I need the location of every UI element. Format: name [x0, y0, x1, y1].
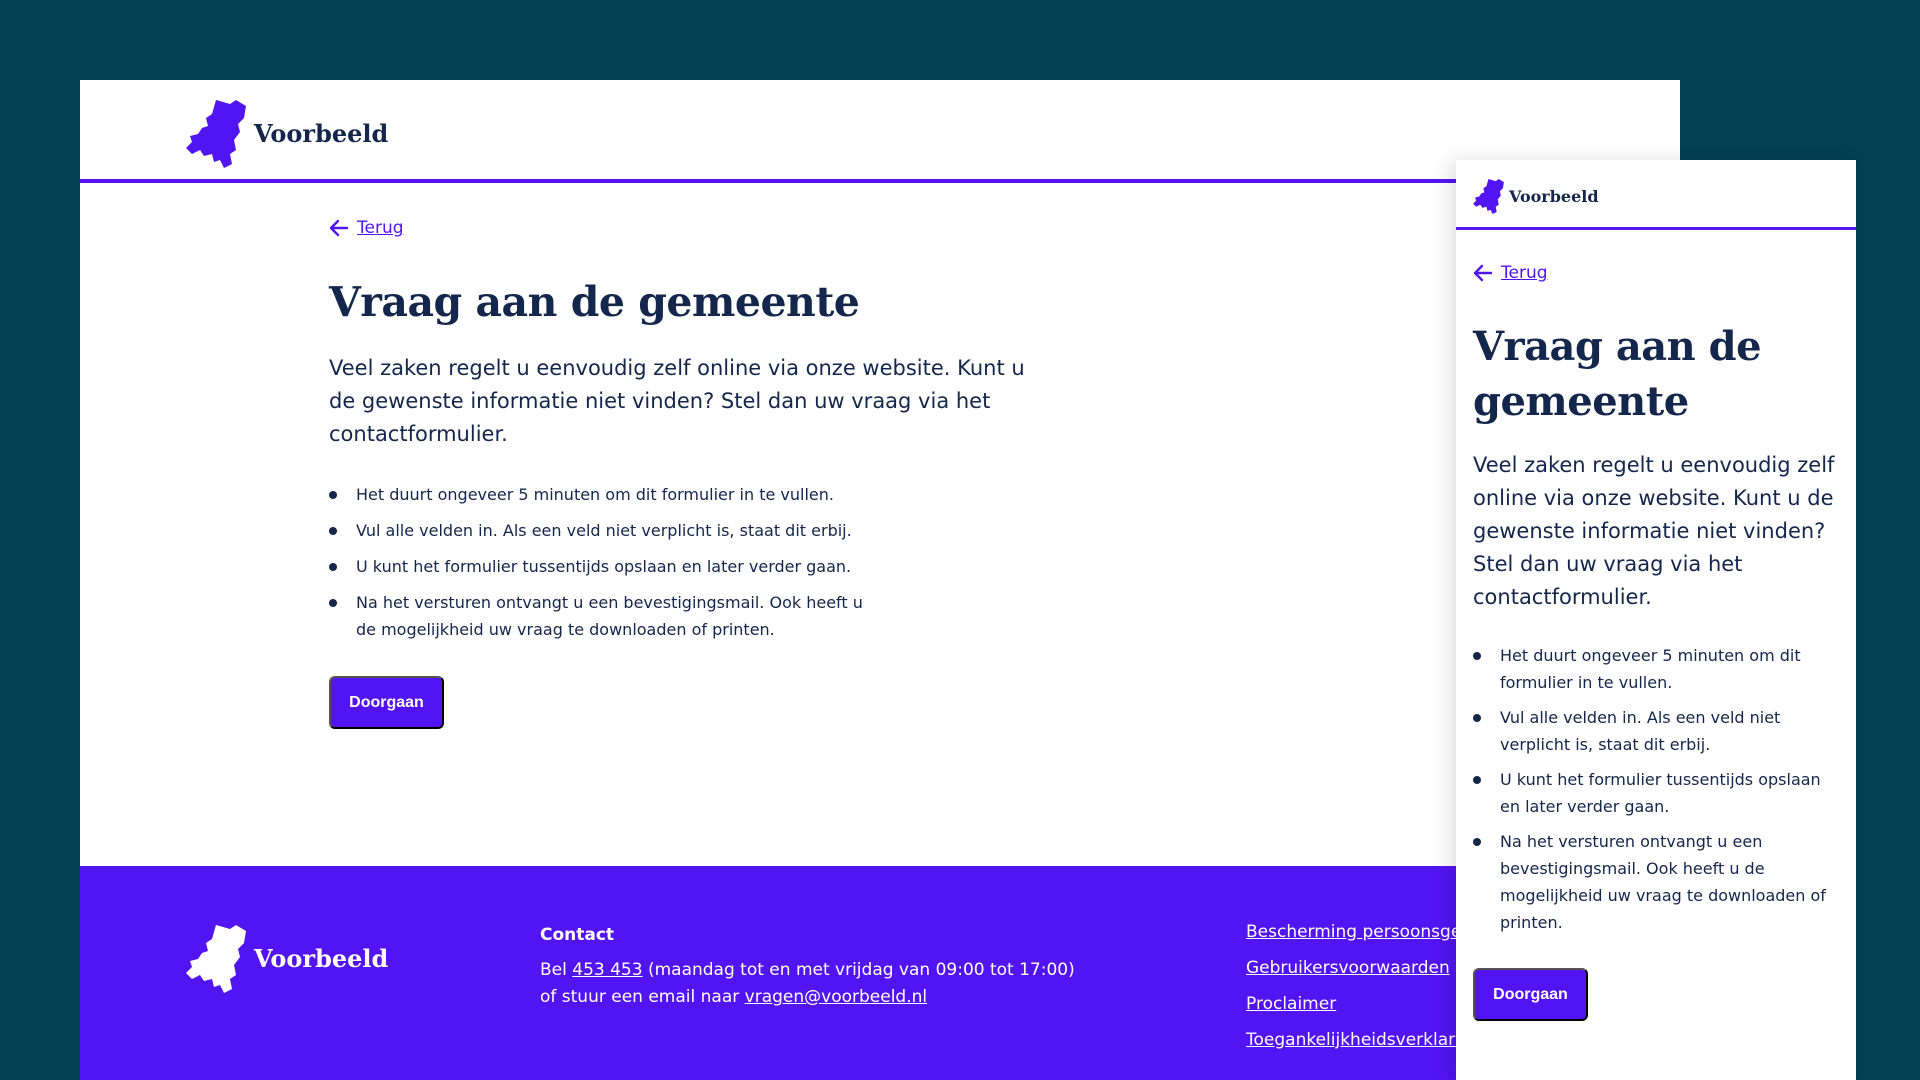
brand-name: Voorbeeld — [254, 118, 389, 148]
list-item: Na het versturen ontvangt u een bevestig… — [329, 589, 869, 643]
intro-text: Veel zaken regelt u eenvoudig zelf onlin… — [329, 356, 1025, 446]
footer-logo-link[interactable]: Voorbeeld — [186, 923, 388, 993]
email-link[interactable]: vragen@voorbeeld.nl — [745, 987, 927, 1007]
page-title: Vraag aan de gemeente — [329, 278, 860, 326]
back-link[interactable]: Terug — [329, 218, 1109, 238]
list-item: Het duurt ongeveer 5 minuten om dit form… — [329, 481, 869, 508]
continue-button[interactable]: Doorgaan — [329, 676, 444, 729]
arrow-left-icon — [329, 219, 349, 237]
netherlands-map-icon — [186, 925, 246, 993]
mobile-logo-link[interactable]: Voorbeeld — [1473, 178, 1599, 214]
mobile-back-link[interactable]: Terug — [1473, 263, 1843, 283]
mobile-back-link-label: Terug — [1501, 263, 1548, 283]
list-item: Na het versturen ontvangt u een bevestig… — [1473, 828, 1843, 936]
netherlands-map-icon — [186, 100, 246, 168]
footer-brand-name: Voorbeeld — [254, 943, 389, 973]
site-logo-link[interactable]: Voorbeeld — [186, 98, 388, 168]
contact-phone-line: Bel 453 453 (maandag tot en met vrijdag … — [540, 957, 1075, 984]
list-item: U kunt het formulier tussentijds opslaan… — [1473, 766, 1843, 820]
mobile-page-preview: Voorbeeld Terug Vraag aan de gemeente Ve… — [1456, 160, 1856, 1080]
mobile-site-header: Voorbeeld — [1456, 160, 1856, 230]
phone-hours: (maandag tot en met vrijdag van 09:00 to… — [642, 960, 1075, 980]
footer-contact: Contact Bel 453 453 (maandag tot en met … — [540, 922, 1075, 1011]
netherlands-map-icon — [1473, 179, 1504, 214]
phone-link[interactable]: 453 453 — [572, 960, 642, 980]
back-link-label: Terug — [357, 218, 404, 238]
phone-prefix: Bel — [540, 960, 573, 980]
mobile-info-list: Het duurt ongeveer 5 minuten om dit form… — [1473, 642, 1843, 936]
list-item: Vul alle velden in. Als een veld niet ve… — [329, 517, 869, 544]
contact-heading: Contact — [540, 925, 615, 945]
mobile-main-content: Terug Vraag aan de gemeente Veel zaken r… — [1473, 263, 1843, 1021]
desktop-page-preview: Voorbeeld Terug Vraag aan de gemeente Ve… — [80, 80, 1680, 1080]
list-item: Vul alle velden in. Als een veld niet ve… — [1473, 704, 1843, 758]
email-prefix: of stuur een email naar — [540, 987, 745, 1007]
mobile-page-title: Vraag aan de gemeente — [1473, 323, 1762, 425]
mobile-brand-name: Voorbeeld — [1509, 186, 1599, 206]
arrow-left-icon — [1473, 264, 1493, 282]
mobile-continue-button[interactable]: Doorgaan — [1473, 968, 1588, 1021]
site-header: Voorbeeld — [80, 80, 1680, 183]
site-footer: Voorbeeld Contact Bel 453 453 (maandag t… — [80, 866, 1680, 1080]
list-item: U kunt het formulier tussentijds opslaan… — [329, 553, 869, 580]
main-content: Terug Vraag aan de gemeente Veel zaken r… — [329, 218, 1109, 729]
mobile-intro-text: Veel zaken regelt u eenvoudig zelf onlin… — [1473, 453, 1835, 609]
info-list: Het duurt ongeveer 5 minuten om dit form… — [329, 481, 869, 643]
list-item: Het duurt ongeveer 5 minuten om dit form… — [1473, 642, 1843, 696]
contact-email-line: of stuur een email naar vragen@voorbeeld… — [540, 984, 1075, 1011]
